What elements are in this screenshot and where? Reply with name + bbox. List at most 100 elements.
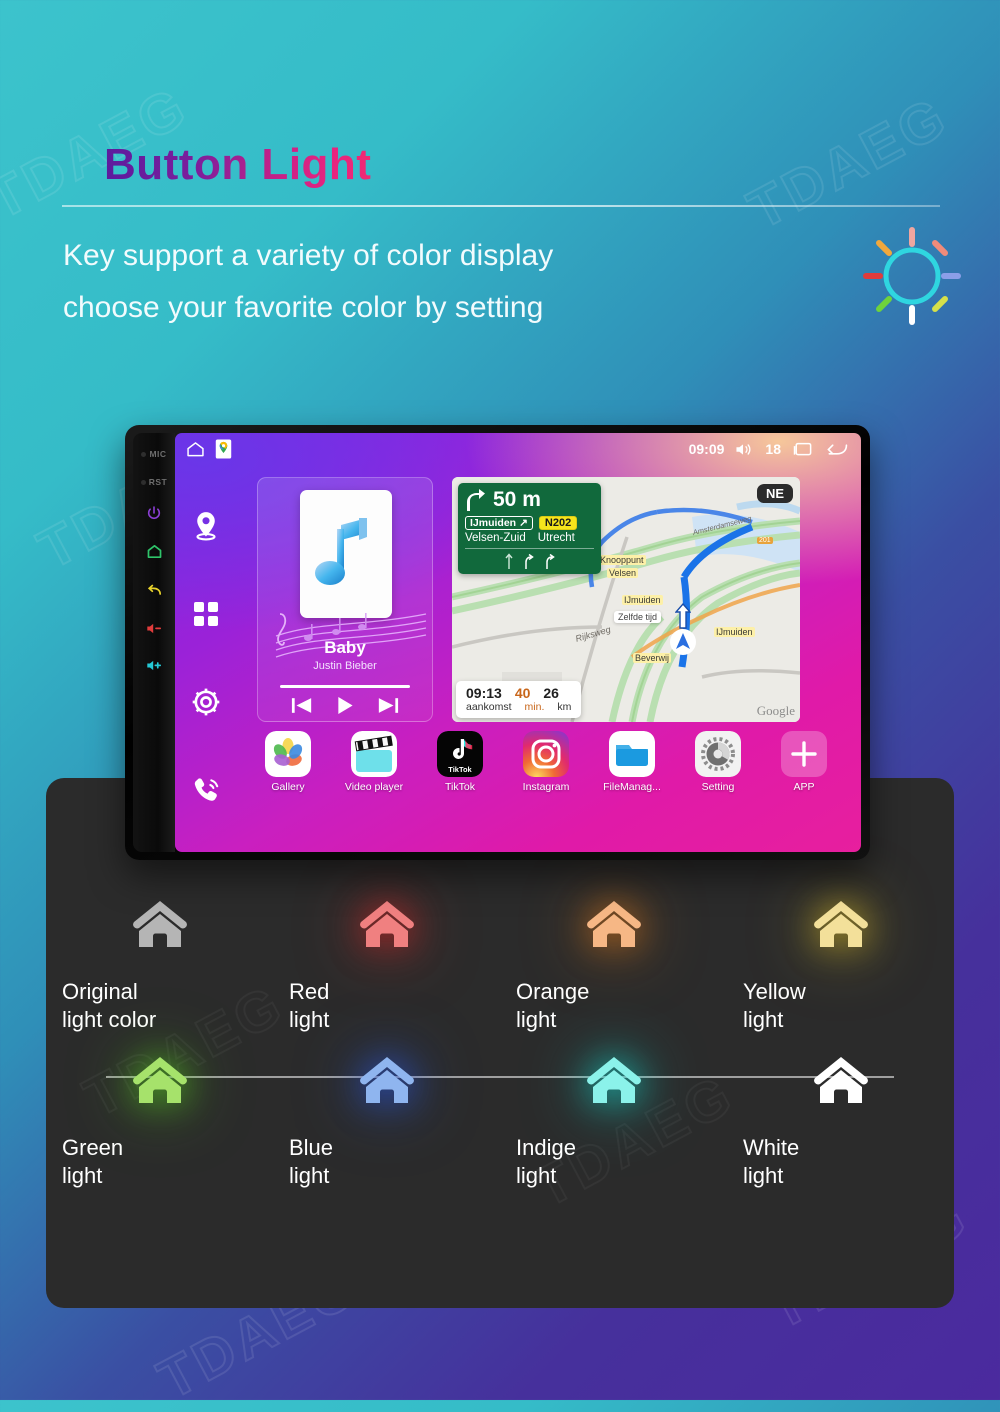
- screen-content: Baby Justin Bieber Knooppunt Velsen IJmu…: [237, 469, 851, 852]
- app-label: Instagram: [522, 781, 570, 793]
- eta-time: 09:13: [466, 685, 502, 701]
- app-label: APP: [793, 781, 815, 793]
- turn-distance: 50 m: [493, 488, 541, 511]
- color-label-line-2: light: [62, 1163, 103, 1188]
- home-button-white-icon: [810, 1034, 872, 1126]
- power-button[interactable]: [146, 505, 162, 521]
- color-option-label: Green light: [56, 1134, 263, 1190]
- gallery-icon[interactable]: [265, 731, 311, 777]
- app-instagram[interactable]: Instagram: [513, 731, 579, 793]
- color-label-line-1: Original: [62, 979, 138, 1004]
- status-bar: 09:09 18: [175, 433, 861, 465]
- recent-apps-icon[interactable]: [792, 440, 814, 459]
- previous-track-icon[interactable]: [291, 696, 313, 715]
- app-video-player[interactable]: Video player: [341, 731, 407, 793]
- color-label-line-2: light: [516, 1007, 557, 1032]
- color-option-label: Yellow light: [737, 978, 944, 1034]
- home-button[interactable]: [146, 543, 163, 560]
- color-option-label: Red light: [283, 978, 490, 1034]
- file-manager-icon[interactable]: [609, 731, 655, 777]
- exits-row: Velsen-Zuid Utrecht: [465, 532, 594, 544]
- color-option-label: Blue light: [283, 1134, 490, 1190]
- clock: 09:09: [688, 441, 725, 457]
- instagram-icon[interactable]: [523, 731, 569, 777]
- watermark: TDAEG: [737, 83, 959, 242]
- play-icon[interactable]: [335, 696, 355, 715]
- app-gallery[interactable]: Gallery: [255, 731, 321, 793]
- color-option-blue[interactable]: Blue light: [273, 1034, 500, 1190]
- navigation-icon[interactable]: [189, 509, 223, 543]
- eta-values: 09:13 40 26: [466, 685, 571, 701]
- app-tiktok[interactable]: TikTok TikTok: [427, 731, 493, 793]
- color-options-grid: Original light color Red light Orange li…: [46, 878, 954, 1190]
- home-button-blue-icon: [356, 1034, 418, 1126]
- app-label: FileManag...: [603, 781, 661, 793]
- app-setting[interactable]: Setting: [685, 731, 751, 793]
- app-label: Video player: [344, 781, 404, 793]
- phone-icon[interactable]: [190, 774, 223, 807]
- progress-bar[interactable]: [280, 685, 410, 688]
- destination-chip: IJmuiden ↗: [465, 516, 533, 530]
- color-option-yellow[interactable]: Yellow light: [727, 878, 954, 1034]
- navigation-map-widget[interactable]: Knooppunt Velsen IJmuiden IJmuiden Bever…: [452, 477, 800, 722]
- color-label-line-2: light: [516, 1163, 557, 1188]
- page-subtitle: Key support a variety of color display c…: [63, 230, 763, 334]
- volume-up-button[interactable]: [146, 658, 163, 673]
- reset-row[interactable]: RST: [140, 477, 168, 487]
- current-location-marker: [670, 629, 696, 655]
- color-option-indige[interactable]: Indige light: [500, 1034, 727, 1190]
- page-title: Button Light: [104, 140, 372, 189]
- music-player-widget[interactable]: Baby Justin Bieber: [257, 477, 433, 722]
- turn-instruction-card: 50 m IJmuiden ↗ N202 Velsen-Zuid Utrecht: [458, 483, 601, 574]
- exit-arrow-icon: ↗: [519, 517, 528, 529]
- home-button-original-icon: [129, 878, 191, 970]
- color-label-line-1: White: [743, 1135, 800, 1160]
- lane-right-icon: [524, 553, 534, 569]
- color-option-green[interactable]: Green light: [46, 1034, 273, 1190]
- app-label: Setting: [701, 781, 735, 793]
- color-option-white[interactable]: White light: [727, 1034, 954, 1190]
- map-label: Velsen: [607, 568, 639, 578]
- app-label: TikTok: [445, 781, 475, 793]
- music-note-icon: [315, 518, 367, 585]
- device-bezel: MIC RST: [133, 433, 175, 852]
- color-option-red[interactable]: Red light: [273, 878, 500, 1034]
- color-option-orange[interactable]: Orange light: [500, 878, 727, 1034]
- setting-icon[interactable]: [695, 731, 741, 777]
- color-label-line-2: light color: [62, 1007, 157, 1032]
- color-label-line-1: Indige: [516, 1135, 576, 1160]
- subtitle-line-2: choose your favorite color by setting: [63, 291, 544, 324]
- app-app-add[interactable]: APP: [771, 731, 837, 793]
- map-label: Zelfde tijd: [614, 611, 662, 623]
- mic-row: MIC: [141, 449, 166, 459]
- apps-grid-icon[interactable]: [190, 598, 222, 630]
- back-button[interactable]: [146, 582, 163, 599]
- heading-arrow-icon: [675, 603, 691, 629]
- google-maps-pin-icon[interactable]: [215, 439, 232, 459]
- eta-labels: aankomst min. km: [466, 701, 571, 713]
- color-option-original[interactable]: Original light color: [46, 878, 273, 1034]
- head-unit-screen[interactable]: 09:09 18 Baby Justin Bieber Knooppunt Ve…: [175, 433, 861, 852]
- home-icon[interactable]: [185, 439, 206, 460]
- color-option-label: Original light color: [56, 978, 263, 1034]
- tiktok-icon[interactable]: TikTok: [437, 731, 483, 777]
- eta-minutes-label: min.: [524, 701, 545, 713]
- app-add-icon[interactable]: [781, 731, 827, 777]
- color-label-line-1: Red: [289, 979, 330, 1004]
- settings-gear-icon[interactable]: [189, 685, 223, 719]
- next-track-icon[interactable]: [377, 696, 399, 715]
- back-arrow-icon[interactable]: [825, 440, 849, 459]
- eta-minutes: 40: [514, 685, 531, 701]
- color-label-line-1: Orange: [516, 979, 590, 1004]
- svg-text:TikTok: TikTok: [448, 765, 472, 774]
- volume-down-button[interactable]: [146, 621, 163, 636]
- video-player-icon[interactable]: [351, 731, 397, 777]
- app-file-manager[interactable]: FileManag...: [599, 731, 665, 793]
- volume-icon[interactable]: [735, 441, 754, 458]
- map-label: IJmuiden: [622, 595, 663, 605]
- eta-distance-label: km: [557, 701, 572, 713]
- reset-hole-icon[interactable]: [140, 479, 146, 485]
- turn-row: 50 m: [465, 488, 594, 512]
- home-button-red-icon: [356, 878, 418, 970]
- status-bar-right: 09:09 18: [689, 440, 849, 459]
